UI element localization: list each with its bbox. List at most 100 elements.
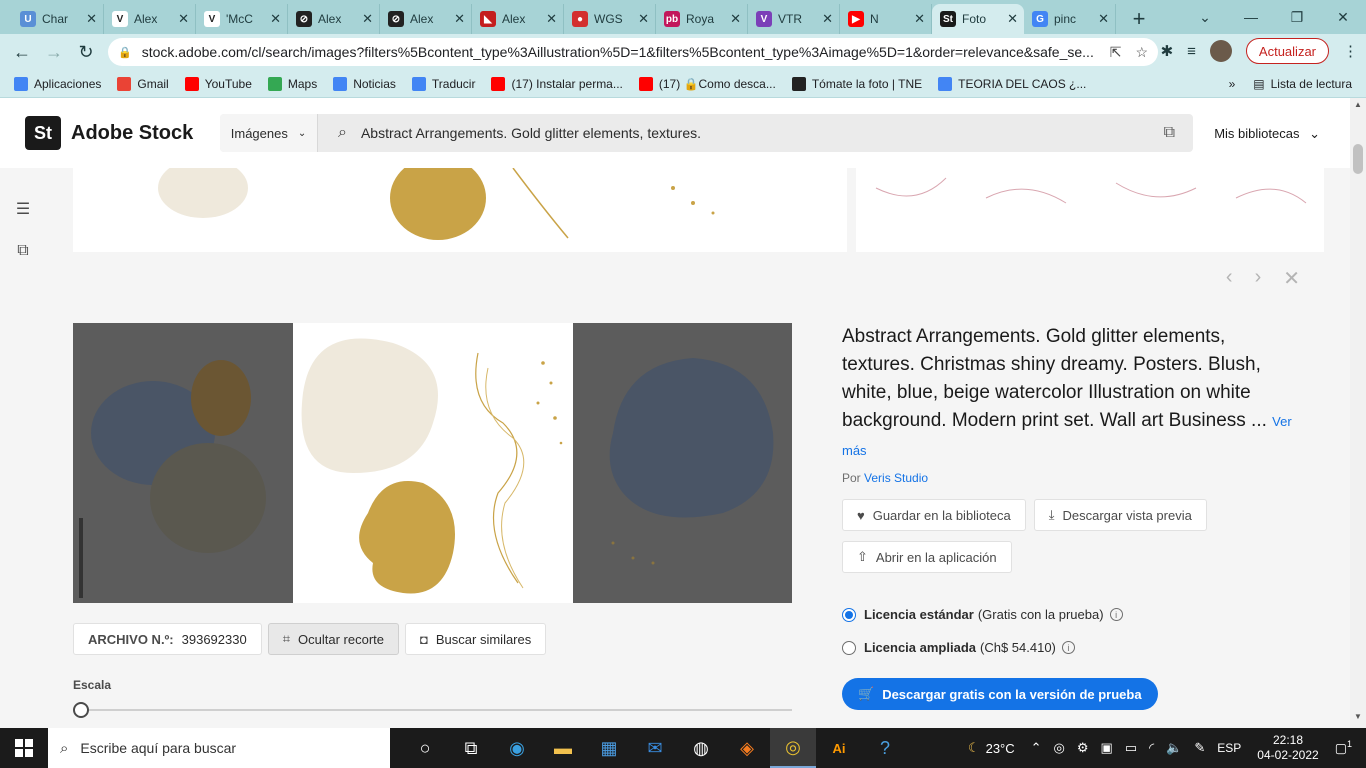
file-explorer-icon[interactable]: ▬: [540, 728, 586, 768]
tray-app-icon[interactable]: ⚙: [1077, 740, 1089, 756]
close-tab-icon[interactable]: ✕: [178, 11, 189, 27]
url-text[interactable]: stock.adobe.com/cl/search/images?filters…: [142, 44, 1096, 60]
edge-icon[interactable]: ◉: [494, 728, 540, 768]
minimize-button[interactable]: —: [1228, 0, 1274, 34]
clock[interactable]: 22:18 04-02-2022: [1257, 733, 1318, 763]
adobe-stock-logo[interactable]: St Adobe Stock: [25, 116, 193, 150]
visual-search-icon[interactable]: ⧉: [12, 240, 34, 262]
screen-icon[interactable]: ▣: [1101, 740, 1113, 756]
restore-button[interactable]: ❐: [1274, 0, 1320, 34]
close-tab-icon[interactable]: ✕: [638, 11, 649, 27]
scale-slider-track[interactable]: [80, 709, 792, 711]
cortana-icon[interactable]: ○: [402, 728, 448, 768]
notifications-icon[interactable]: ▢1: [1335, 739, 1352, 756]
browser-tab[interactable]: V Alex ✕: [104, 4, 196, 34]
content-type-dropdown[interactable]: Imágenes ⌄: [220, 114, 318, 152]
extensions-icon[interactable]: ✱: [1161, 42, 1174, 60]
scale-slider-handle[interactable]: [73, 702, 89, 718]
reading-list-button[interactable]: ▤ Lista de lectura: [1253, 77, 1352, 91]
info-icon[interactable]: i: [1109, 608, 1123, 621]
close-window-button[interactable]: ✕: [1320, 0, 1366, 34]
browser-tab[interactable]: ▶ N ✕: [840, 4, 932, 34]
reload-button[interactable]: ↻: [70, 36, 102, 68]
taskbar-search[interactable]: ⌕ Escribe aquí para buscar: [48, 728, 390, 768]
my-libraries-menu[interactable]: Mis bibliotecas ⌄: [1214, 126, 1320, 142]
bookmark-star-icon[interactable]: ☆: [1135, 44, 1148, 61]
network-icon[interactable]: ▭: [1125, 740, 1137, 756]
asset-preview[interactable]: [73, 323, 792, 603]
close-icon[interactable]: ✕: [1283, 266, 1300, 291]
back-button[interactable]: ←: [6, 36, 38, 68]
close-tab-icon[interactable]: ✕: [454, 11, 465, 27]
download-preview-button[interactable]: ⤓ Descargar vista previa: [1033, 499, 1207, 531]
license-extended-radio[interactable]: [842, 640, 856, 655]
chevron-up-icon[interactable]: ⌃: [1031, 740, 1042, 756]
download-free-trial-button[interactable]: 🛒 Descargar gratis con la versión de pru…: [842, 678, 1158, 710]
language-indicator[interactable]: ESP: [1217, 741, 1241, 755]
search-input[interactable]: Abstract Arrangements. Gold glitter elem…: [361, 125, 1164, 141]
menu-icon[interactable]: ⋮: [1343, 42, 1358, 60]
app-icon[interactable]: ◍: [678, 728, 724, 768]
page-scrollbar[interactable]: ▲ ▼: [1350, 98, 1366, 728]
bookmark-item[interactable]: Gmail: [117, 76, 169, 91]
bookmark-item[interactable]: Tómate la foto | TNE: [791, 76, 922, 91]
next-arrow-icon[interactable]: ›: [1255, 266, 1262, 291]
filters-icon[interactable]: ☰: [12, 198, 34, 220]
save-to-library-button[interactable]: ♥ Guardar en la biblioteca: [842, 499, 1026, 531]
close-tab-icon[interactable]: ✕: [546, 11, 557, 27]
url-bar[interactable]: 🔒 stock.adobe.com/cl/search/images?filte…: [108, 38, 1158, 66]
license-standard-radio[interactable]: [842, 607, 856, 622]
wifi-icon[interactable]: ◜: [1149, 740, 1154, 756]
pen-icon[interactable]: ✎: [1194, 740, 1205, 756]
close-tab-icon[interactable]: ✕: [270, 11, 281, 27]
tab-search-dropdown-icon[interactable]: ⌄: [1182, 0, 1228, 34]
hide-crop-button[interactable]: ⌗ Ocultar recorte: [267, 623, 400, 655]
close-tab-icon[interactable]: ✕: [362, 11, 373, 27]
info-icon[interactable]: i: [1061, 641, 1075, 654]
brave-icon[interactable]: ◈: [724, 728, 770, 768]
scroll-down-icon[interactable]: ▼: [1354, 712, 1362, 721]
close-tab-icon[interactable]: ✕: [914, 11, 925, 27]
browser-tab[interactable]: pb Roya ✕: [656, 4, 748, 34]
author-link[interactable]: Veris Studio: [864, 471, 928, 485]
close-tab-icon[interactable]: ✕: [1098, 11, 1109, 27]
camera-icon[interactable]: ◎: [1054, 740, 1065, 756]
more-bookmarks-button[interactable]: »: [1229, 77, 1236, 91]
license-standard-option[interactable]: Licencia estándar (Gratis con la prueba)…: [842, 598, 1123, 631]
share-icon[interactable]: ⇱: [1110, 44, 1122, 61]
browser-tab[interactable]: V VTR ✕: [748, 4, 840, 34]
open-in-app-button[interactable]: ⇧ Abrir en la aplicación: [842, 541, 1012, 573]
bookmark-item[interactable]: Noticias: [333, 76, 396, 91]
weather-icon[interactable]: ☾: [968, 740, 980, 756]
close-tab-icon[interactable]: ✕: [730, 11, 741, 27]
bookmark-item[interactable]: Traducir: [411, 76, 475, 91]
browser-tab[interactable]: V 'McC ✕: [196, 4, 288, 34]
start-button[interactable]: [0, 728, 48, 768]
find-similar-button[interactable]: ◘ Buscar similares: [405, 623, 547, 655]
browser-tab[interactable]: ● WGS ✕: [564, 4, 656, 34]
visual-search-icon[interactable]: ⧉: [1164, 124, 1175, 142]
weather-temp[interactable]: 23°C: [986, 741, 1015, 756]
prev-arrow-icon[interactable]: ‹: [1226, 266, 1233, 291]
browser-tab[interactable]: ⊘ Alex ✕: [380, 4, 472, 34]
volume-icon[interactable]: 🔈: [1166, 740, 1182, 756]
scroll-up-icon[interactable]: ▲: [1354, 100, 1362, 109]
bookmark-item[interactable]: Maps: [267, 76, 317, 91]
forward-button[interactable]: →: [38, 36, 70, 68]
update-button[interactable]: Actualizar: [1245, 38, 1329, 64]
scrollbar-thumb[interactable]: [1353, 144, 1363, 174]
previous-result-image[interactable]: [73, 168, 847, 252]
browser-tab[interactable]: Gpinc ✕: [1024, 4, 1116, 34]
store-icon[interactable]: ▦: [586, 728, 632, 768]
bookmark-item[interactable]: YouTube: [184, 76, 252, 91]
bookmark-item[interactable]: (17) 🔒Como desca...: [638, 76, 776, 91]
illustrator-icon[interactable]: Ai: [816, 728, 862, 768]
help-icon[interactable]: ?: [862, 728, 908, 768]
task-view-icon[interactable]: ⧉: [448, 728, 494, 768]
close-tab-icon[interactable]: ✕: [1007, 11, 1018, 27]
media-control-icon[interactable]: ≡: [1187, 43, 1196, 60]
bookmark-item[interactable]: Aplicaciones: [14, 76, 101, 91]
close-tab-icon[interactable]: ✕: [822, 11, 833, 27]
browser-tab[interactable]: ⊘ Alex ✕: [288, 4, 380, 34]
profile-avatar[interactable]: [1209, 40, 1232, 62]
